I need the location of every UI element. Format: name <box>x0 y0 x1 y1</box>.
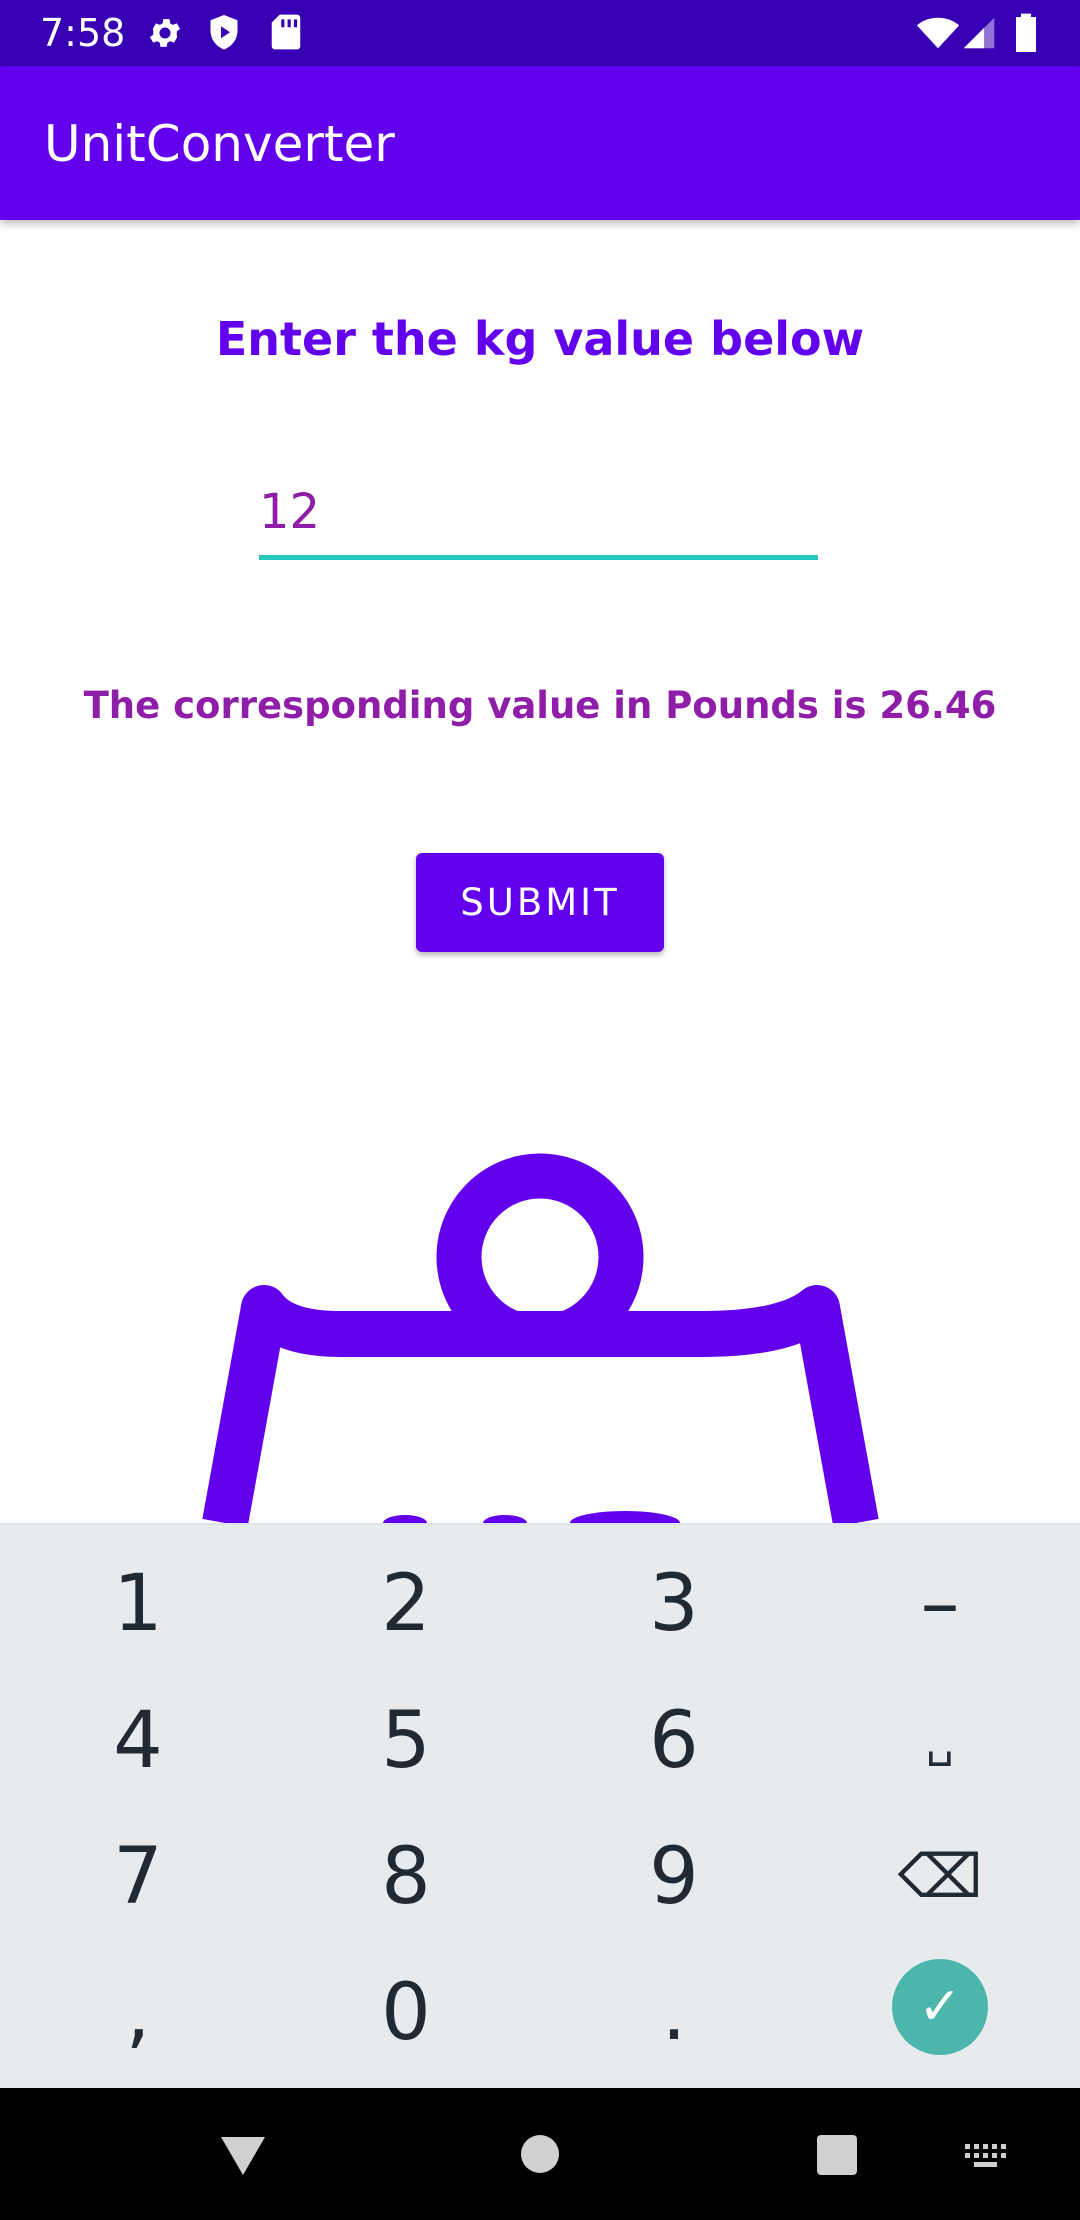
sd-card-icon <box>270 13 302 55</box>
cellular-signal-icon <box>962 16 996 54</box>
recents-icon[interactable] <box>816 2134 858 2180</box>
result-text: The corresponding value in Pounds is 26.… <box>83 684 997 727</box>
back-icon[interactable] <box>218 2134 268 2182</box>
gear-icon <box>146 13 184 57</box>
key-0[interactable]: 0 <box>272 1945 540 2081</box>
battery-icon <box>1014 12 1038 56</box>
key-6[interactable]: 6 <box>540 1673 808 1809</box>
key-7[interactable]: 7 <box>4 1809 272 1945</box>
key-1[interactable]: 1 <box>4 1536 272 1672</box>
wifi-icon <box>916 16 960 54</box>
key-5[interactable]: 5 <box>272 1673 540 1809</box>
key-3[interactable]: 3 <box>540 1536 808 1672</box>
key-8[interactable]: 8 <box>272 1809 540 1945</box>
home-icon[interactable] <box>520 2134 560 2178</box>
app-bar: UnitConverter <box>0 66 1080 220</box>
key-period[interactable]: . <box>540 1945 808 2081</box>
prompt-heading: Enter the kg value below <box>215 312 865 366</box>
numeric-keyboard: 1 2 3 – 4 5 6 ␣ 7 8 9 ⌫ , 0 . ✓ <box>0 1523 1080 2088</box>
key-9[interactable]: 9 <box>540 1809 808 1945</box>
key-2[interactable]: 2 <box>272 1536 540 1672</box>
navigation-bar <box>0 2088 1080 2220</box>
status-bar: 7:58 <box>0 0 1080 66</box>
key-4[interactable]: 4 <box>4 1673 272 1809</box>
main-content: Enter the kg value below The correspondi… <box>0 220 1080 1523</box>
space-key[interactable]: ␣ <box>806 1673 1074 1809</box>
app-title: UnitConverter <box>44 115 395 173</box>
key-comma[interactable]: , <box>4 1945 272 2081</box>
shield-play-icon <box>206 13 242 57</box>
backspace-key[interactable]: ⌫ <box>806 1809 1074 1945</box>
submit-button[interactable]: SUBMIT <box>416 853 664 952</box>
status-time: 7:58 <box>40 11 126 55</box>
checkmark-icon: ✓ <box>918 1977 962 2037</box>
kg-input[interactable] <box>259 476 818 560</box>
key-minus[interactable]: – <box>806 1536 1074 1672</box>
keyboard-switch-icon[interactable] <box>963 2142 1009 2174</box>
enter-key[interactable]: ✓ <box>892 1959 988 2055</box>
